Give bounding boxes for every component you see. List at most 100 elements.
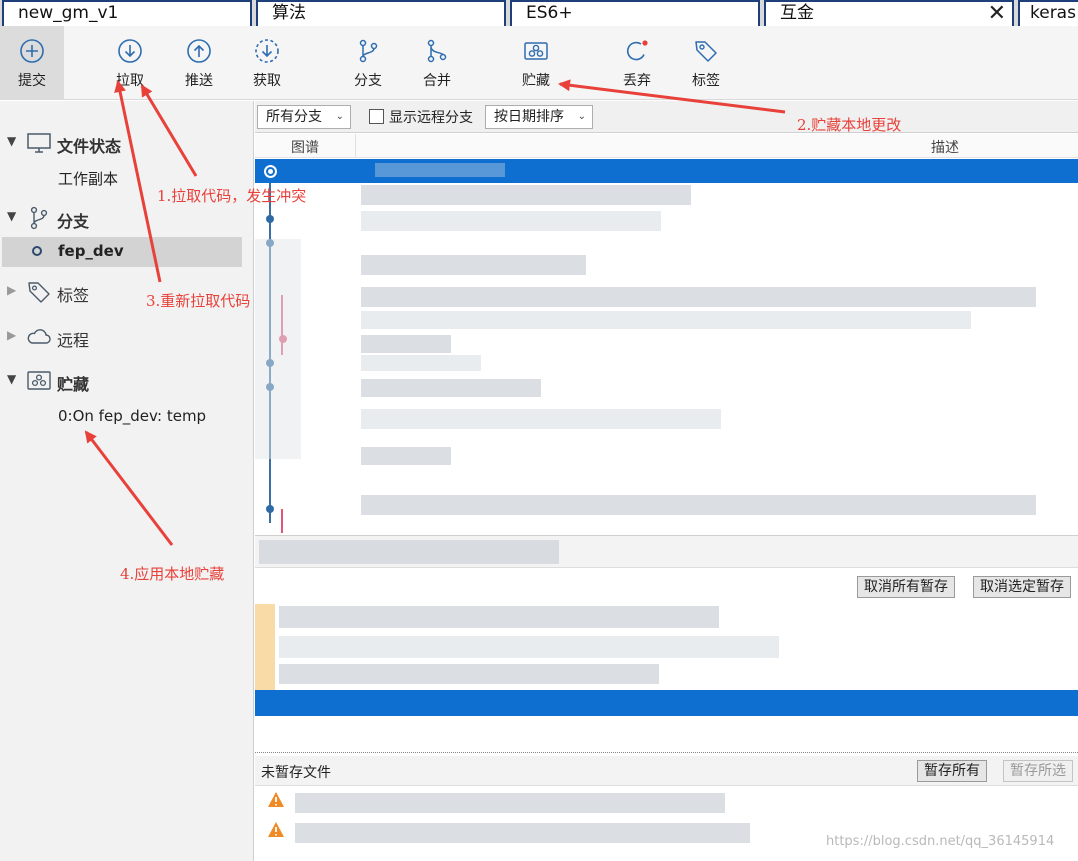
- unstaged-toolbar: 未暂存文件 暂存所有 暂存所选: [255, 756, 1078, 786]
- tab-label: ES6+: [526, 3, 573, 23]
- blurred-file: [295, 793, 725, 813]
- blurred-row: [361, 335, 451, 353]
- blurred-select: [259, 540, 559, 564]
- blurred-row: [361, 355, 481, 371]
- monitor-icon: [27, 133, 51, 153]
- blurred-row: [361, 447, 451, 465]
- branch-filter-select[interactable]: 所有分支 ⌄: [257, 105, 351, 129]
- merge-label: 合并: [423, 73, 451, 89]
- stash-icon: [27, 371, 51, 390]
- blurred-row: [361, 409, 721, 429]
- branches-label: 分支: [57, 212, 90, 231]
- tab-keras[interactable]: keras: [1018, 0, 1078, 26]
- annotation-2: 2.贮藏本地更改: [797, 116, 902, 134]
- sidebar-item-working-copy[interactable]: 工作副本: [58, 168, 118, 189]
- fetch-icon: [255, 39, 279, 63]
- close-icon[interactable]: ✕: [988, 2, 1006, 26]
- branch-name: fep_dev: [58, 242, 124, 260]
- chevron-right-icon[interactable]: ▶: [7, 328, 16, 342]
- arrow-down-circle-icon: [118, 39, 142, 63]
- staged-toolbar: [255, 536, 1078, 568]
- tag-icon: [28, 282, 50, 303]
- blurred-file: [279, 664, 659, 684]
- push-button[interactable]: 推送: [169, 26, 229, 100]
- tags-label: 标签: [57, 286, 90, 305]
- unstage-selected-button[interactable]: 取消选定暂存: [973, 576, 1071, 598]
- sidebar-section-remotes[interactable]: ▶ 远程: [0, 323, 254, 353]
- tab-label: new_gm_v1: [18, 3, 119, 23]
- fetch-button[interactable]: 获取: [237, 26, 297, 100]
- chevron-down-icon[interactable]: ▼: [7, 209, 16, 223]
- graph-node: [266, 215, 274, 223]
- branch-icon: [30, 206, 48, 230]
- blurred-row: [361, 185, 691, 205]
- tab-new-gm-v1[interactable]: new_gm_v1: [2, 0, 252, 26]
- commit-button[interactable]: 提交: [0, 26, 64, 100]
- cloud-icon: [27, 329, 51, 344]
- sidebar-section-stashes[interactable]: ▼ 贮藏: [0, 367, 254, 397]
- file-status-marker: [255, 604, 275, 694]
- blurred-file: [279, 636, 779, 658]
- unstage-all-button[interactable]: 取消所有暂存: [857, 576, 955, 598]
- head-commit-icon: [264, 165, 277, 178]
- tab-algorithm[interactable]: 算法: [256, 0, 506, 26]
- discard-button[interactable]: 丢弃: [607, 26, 667, 100]
- pull-label: 拉取: [116, 73, 144, 89]
- chevron-down-icon[interactable]: ▼: [7, 372, 16, 386]
- annotation-3: 3.重新拉取代码: [146, 292, 251, 310]
- selected-staged-file[interactable]: [255, 690, 1078, 716]
- show-remote-label: 显示远程分支: [389, 110, 473, 126]
- tab-label: keras: [1030, 3, 1076, 23]
- sidebar-item-fep-dev[interactable]: fep_dev: [2, 237, 242, 267]
- filter-bar: 所有分支 ⌄ 显示远程分支 按日期排序 ⌄: [255, 101, 1078, 133]
- chevron-right-icon[interactable]: ▶: [7, 283, 16, 297]
- push-label: 推送: [185, 73, 213, 89]
- blurred-row: [361, 311, 971, 329]
- staged-files-panel: 取消所有暂存 取消选定暂存: [255, 535, 1078, 753]
- stage-selected-button[interactable]: 暂存所选: [1003, 760, 1073, 782]
- sort-select[interactable]: 按日期排序 ⌄: [485, 105, 593, 129]
- chevron-down-icon[interactable]: ▼: [7, 134, 16, 148]
- branch-filter-value: 所有分支: [266, 109, 322, 125]
- merge-button[interactable]: 合并: [407, 26, 467, 100]
- annotation-1: 1.拉取代码，发生冲突: [157, 187, 307, 205]
- sidebar-section-file-status[interactable]: ▼ 文件状态: [0, 129, 254, 159]
- pull-button[interactable]: 拉取: [100, 26, 160, 100]
- graph-column-header[interactable]: 图谱: [291, 137, 319, 157]
- merge-icon: [427, 39, 447, 63]
- branch-button[interactable]: 分支: [338, 26, 398, 100]
- stage-all-button[interactable]: 暂存所有: [917, 760, 987, 782]
- watermark: https://blog.csdn.net/qq_36145914: [826, 834, 1055, 849]
- stash-button[interactable]: 贮藏: [506, 26, 566, 100]
- graph-node: [266, 505, 274, 513]
- blurred-row: [361, 287, 1036, 307]
- annotation-4: 4.应用本地贮藏: [120, 565, 225, 583]
- show-remote-checkbox[interactable]: [369, 109, 384, 124]
- main-panel: 所有分支 ⌄ 显示远程分支 按日期排序 ⌄ 图谱 描述 取消所有暂存 取消选定暂…: [255, 101, 1078, 861]
- tab-label: 算法: [272, 3, 306, 23]
- tag-button[interactable]: 标签: [676, 26, 736, 100]
- selected-commit-row[interactable]: [255, 159, 1078, 183]
- sidebar-item-stash-0[interactable]: 0:On fep_dev: temp: [58, 407, 206, 425]
- description-column-header[interactable]: 描述: [931, 137, 959, 157]
- plus-circle-icon: [20, 39, 44, 63]
- blurred-text: [375, 163, 505, 177]
- stashes-label: 贮藏: [57, 375, 90, 394]
- tab-es6[interactable]: ES6+: [510, 0, 760, 26]
- file-status-label: 文件状态: [57, 137, 122, 156]
- tab-bar: new_gm_v1 算法 ES6+ 互金 ✕ keras: [0, 0, 1078, 26]
- column-divider[interactable]: [355, 134, 356, 158]
- sidebar: ▼ 文件状态 工作副本 ▼ 分支 fep_dev ▶ 标签 ▶ 远程 ▼ 贮藏 …: [0, 101, 254, 861]
- commit-list[interactable]: [255, 159, 1078, 534]
- blurred-row: [361, 255, 586, 275]
- sidebar-section-branches[interactable]: ▼ 分支: [0, 204, 254, 234]
- commit-label: 提交: [18, 73, 46, 89]
- commit-column-header: 图谱 描述: [255, 134, 1078, 158]
- fetch-label: 获取: [253, 73, 281, 89]
- blurred-file: [295, 823, 750, 843]
- remotes-label: 远程: [57, 331, 90, 350]
- tab-hujin[interactable]: 互金 ✕: [764, 0, 1014, 26]
- tab-label: 互金: [780, 3, 814, 23]
- blurred-row: [361, 379, 541, 397]
- discard-icon: [626, 40, 648, 61]
